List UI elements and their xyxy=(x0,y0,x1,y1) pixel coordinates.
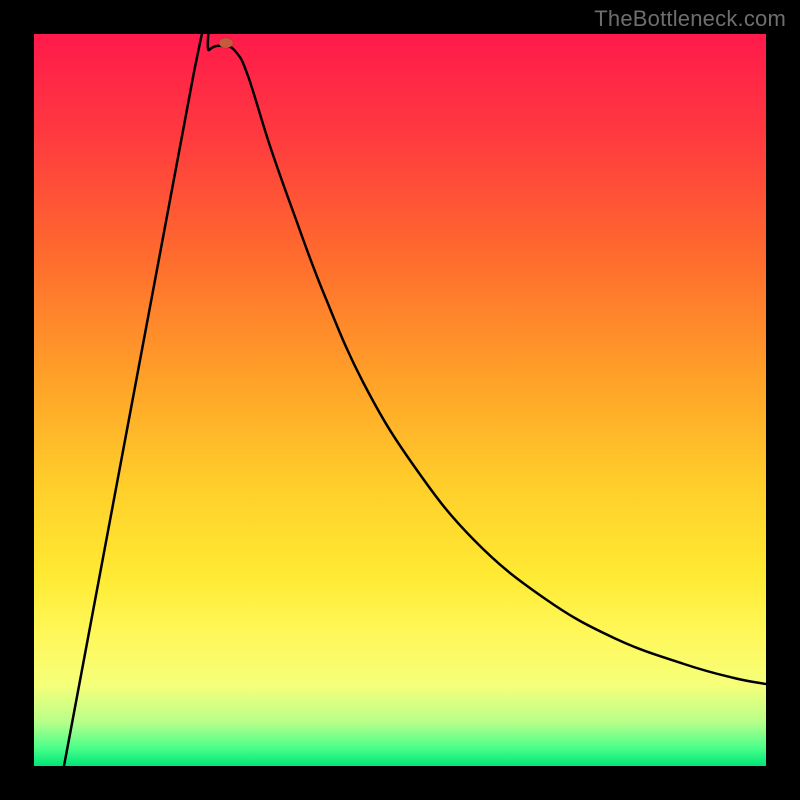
chart-frame: TheBottleneck.com xyxy=(0,0,800,800)
watermark-text: TheBottleneck.com xyxy=(594,6,786,32)
bottleneck-curve xyxy=(34,34,766,766)
optimum-marker xyxy=(219,38,233,48)
plot-area xyxy=(34,34,766,766)
